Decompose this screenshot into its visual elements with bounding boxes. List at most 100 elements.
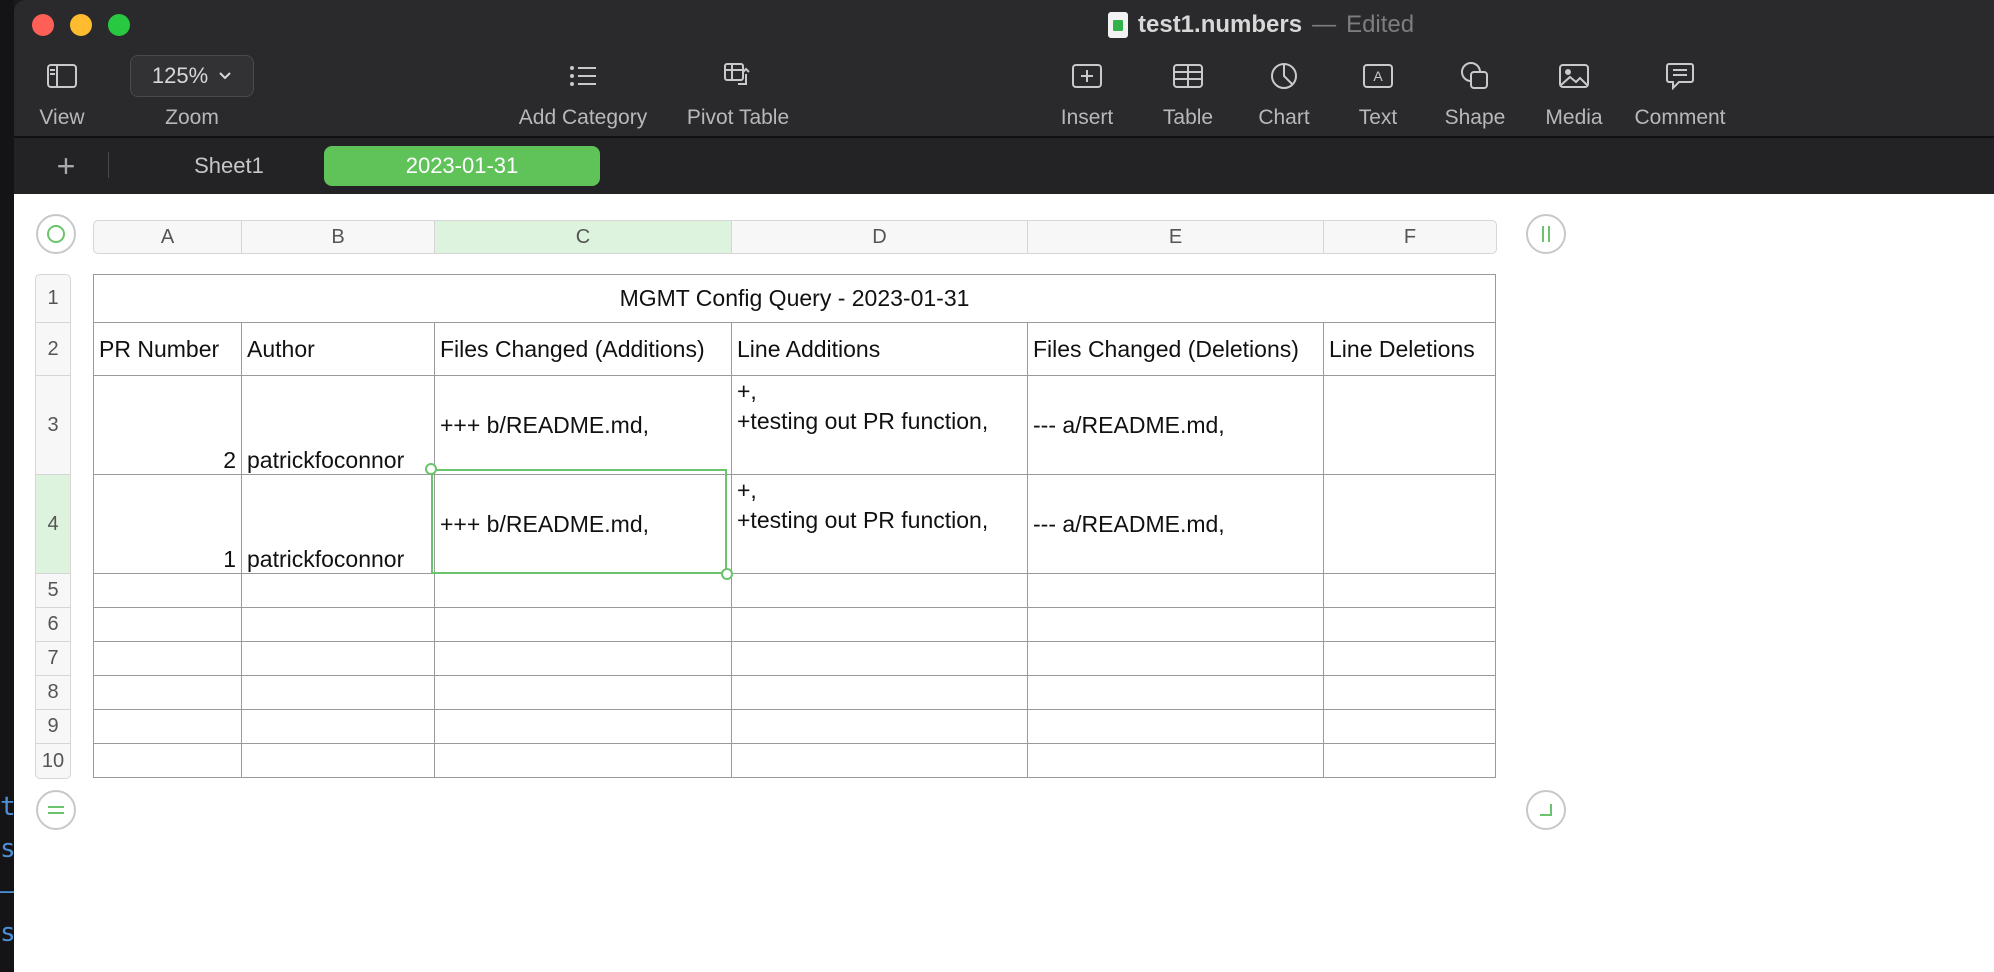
row-header[interactable]: 8: [36, 676, 70, 710]
selection-handle-bottom-right[interactable]: [721, 568, 733, 580]
sheet-canvas[interactable]: A B C D E F 1 2 3 4 5 6 7 8 9 10 MGMT Co…: [14, 194, 1994, 972]
empty-cell[interactable]: [1027, 709, 1324, 744]
empty-cell[interactable]: [241, 641, 435, 676]
chart-button[interactable]: Chart: [1246, 52, 1322, 130]
empty-cell[interactable]: [93, 675, 242, 710]
empty-cell[interactable]: [1323, 709, 1496, 744]
select-table-button[interactable]: [36, 214, 76, 254]
empty-cell[interactable]: [93, 573, 242, 608]
row-header[interactable]: 7: [36, 642, 70, 676]
shape-button[interactable]: Shape: [1434, 52, 1516, 130]
sheet-tab-sheet1[interactable]: Sheet1: [160, 146, 298, 186]
selection-handle-top-left[interactable]: [425, 463, 437, 475]
row-header[interactable]: 4: [36, 475, 70, 574]
zoom-control[interactable]: 125% Zoom: [130, 52, 254, 130]
column-header-f[interactable]: F: [1324, 221, 1496, 253]
files-added-cell[interactable]: +++ b/README.md,: [434, 375, 732, 475]
column-header-a[interactable]: A: [94, 221, 242, 253]
line-additions-cell[interactable]: +, +testing out PR function,: [731, 375, 1028, 475]
header-cell[interactable]: Files Changed (Additions): [434, 322, 732, 376]
pr-number-cell[interactable]: 2: [93, 375, 242, 475]
comment-button[interactable]: Comment: [1626, 52, 1734, 130]
view-button[interactable]: View: [32, 52, 92, 130]
column-header-b[interactable]: B: [242, 221, 435, 253]
row-header[interactable]: 10: [36, 744, 70, 778]
empty-cell[interactable]: [1027, 641, 1324, 676]
insert-button[interactable]: Insert: [1044, 52, 1130, 130]
row-header[interactable]: 5: [36, 574, 70, 608]
empty-cell[interactable]: [241, 607, 435, 642]
empty-cell[interactable]: [241, 573, 435, 608]
empty-cell[interactable]: [731, 709, 1028, 744]
row-header[interactable]: 3: [36, 376, 70, 475]
empty-cell[interactable]: [434, 675, 732, 710]
empty-cell[interactable]: [434, 641, 732, 676]
chevron-down-icon: [219, 72, 231, 80]
media-button[interactable]: Media: [1534, 52, 1614, 130]
empty-cell[interactable]: [93, 743, 242, 778]
empty-cell[interactable]: [1027, 675, 1324, 710]
empty-cell[interactable]: [731, 675, 1028, 710]
row-header[interactable]: 1: [36, 275, 70, 323]
header-cell[interactable]: Line Additions: [731, 322, 1028, 376]
files-deleted-cell[interactable]: --- a/README.md,: [1027, 375, 1324, 475]
pivot-table-button[interactable]: Pivot Table: [668, 52, 808, 130]
pr-number-cell[interactable]: 1: [93, 474, 242, 574]
resize-table-handle[interactable]: [1526, 790, 1566, 830]
column-header-d[interactable]: D: [732, 221, 1028, 253]
empty-cell[interactable]: [731, 641, 1028, 676]
add-column-handle[interactable]: [1526, 214, 1566, 254]
empty-cell[interactable]: [241, 743, 435, 778]
author-cell[interactable]: patrickfoconnor: [241, 474, 435, 574]
empty-cell[interactable]: [434, 573, 732, 608]
empty-cell[interactable]: [241, 675, 435, 710]
files-deleted-cell[interactable]: --- a/README.md,: [1027, 474, 1324, 574]
table-title-cell[interactable]: MGMT Config Query - 2023-01-31: [93, 274, 1496, 323]
row-header[interactable]: 9: [36, 710, 70, 744]
add-row-handle[interactable]: [36, 790, 76, 830]
empty-cell[interactable]: [731, 607, 1028, 642]
empty-cell[interactable]: [1323, 573, 1496, 608]
empty-cell[interactable]: [1323, 607, 1496, 642]
line-deletions-cell[interactable]: [1323, 474, 1496, 574]
empty-cell[interactable]: [1027, 573, 1324, 608]
header-cell[interactable]: Files Changed (Deletions): [1027, 322, 1324, 376]
empty-cell[interactable]: [434, 709, 732, 744]
empty-cell[interactable]: [731, 743, 1028, 778]
zoom-dropdown[interactable]: 125%: [130, 55, 254, 97]
table-button[interactable]: Table: [1150, 52, 1226, 130]
zoom-value: 125%: [151, 63, 209, 88]
line-deletions-cell[interactable]: [1323, 375, 1496, 475]
media-label: Media: [1545, 106, 1603, 129]
header-cell[interactable]: PR Number: [93, 322, 242, 376]
empty-cell[interactable]: [93, 607, 242, 642]
column-header-c[interactable]: C: [435, 221, 732, 253]
minimize-window-button[interactable]: [70, 14, 92, 36]
empty-cell[interactable]: [93, 709, 242, 744]
empty-cell[interactable]: [1323, 675, 1496, 710]
files-added-cell-selected[interactable]: +++ b/README.md,: [434, 474, 732, 574]
empty-cell[interactable]: [1323, 743, 1496, 778]
empty-cell[interactable]: [93, 641, 242, 676]
empty-cell[interactable]: [241, 709, 435, 744]
add-sheet-button[interactable]: +: [46, 146, 86, 186]
empty-cell[interactable]: [434, 743, 732, 778]
author-cell[interactable]: patrickfoconnor: [241, 375, 435, 475]
row-header[interactable]: 2: [36, 323, 70, 376]
fullscreen-window-button[interactable]: [108, 14, 130, 36]
line-additions-cell[interactable]: +, +testing out PR function,: [731, 474, 1028, 574]
header-cell[interactable]: Line Deletions: [1323, 322, 1496, 376]
close-window-button[interactable]: [32, 14, 54, 36]
empty-cell[interactable]: [1027, 607, 1324, 642]
empty-cell[interactable]: [731, 573, 1028, 608]
empty-cell[interactable]: [1027, 743, 1324, 778]
row-header[interactable]: 6: [36, 608, 70, 642]
add-category-button[interactable]: Add Category: [498, 52, 668, 130]
sheet-tab-2023-01-31[interactable]: 2023-01-31: [324, 146, 600, 186]
empty-cell[interactable]: [1323, 641, 1496, 676]
text-button[interactable]: A Text: [1340, 52, 1416, 130]
chart-label: Chart: [1258, 106, 1310, 129]
column-header-e[interactable]: E: [1028, 221, 1324, 253]
header-cell[interactable]: Author: [241, 322, 435, 376]
empty-cell[interactable]: [434, 607, 732, 642]
